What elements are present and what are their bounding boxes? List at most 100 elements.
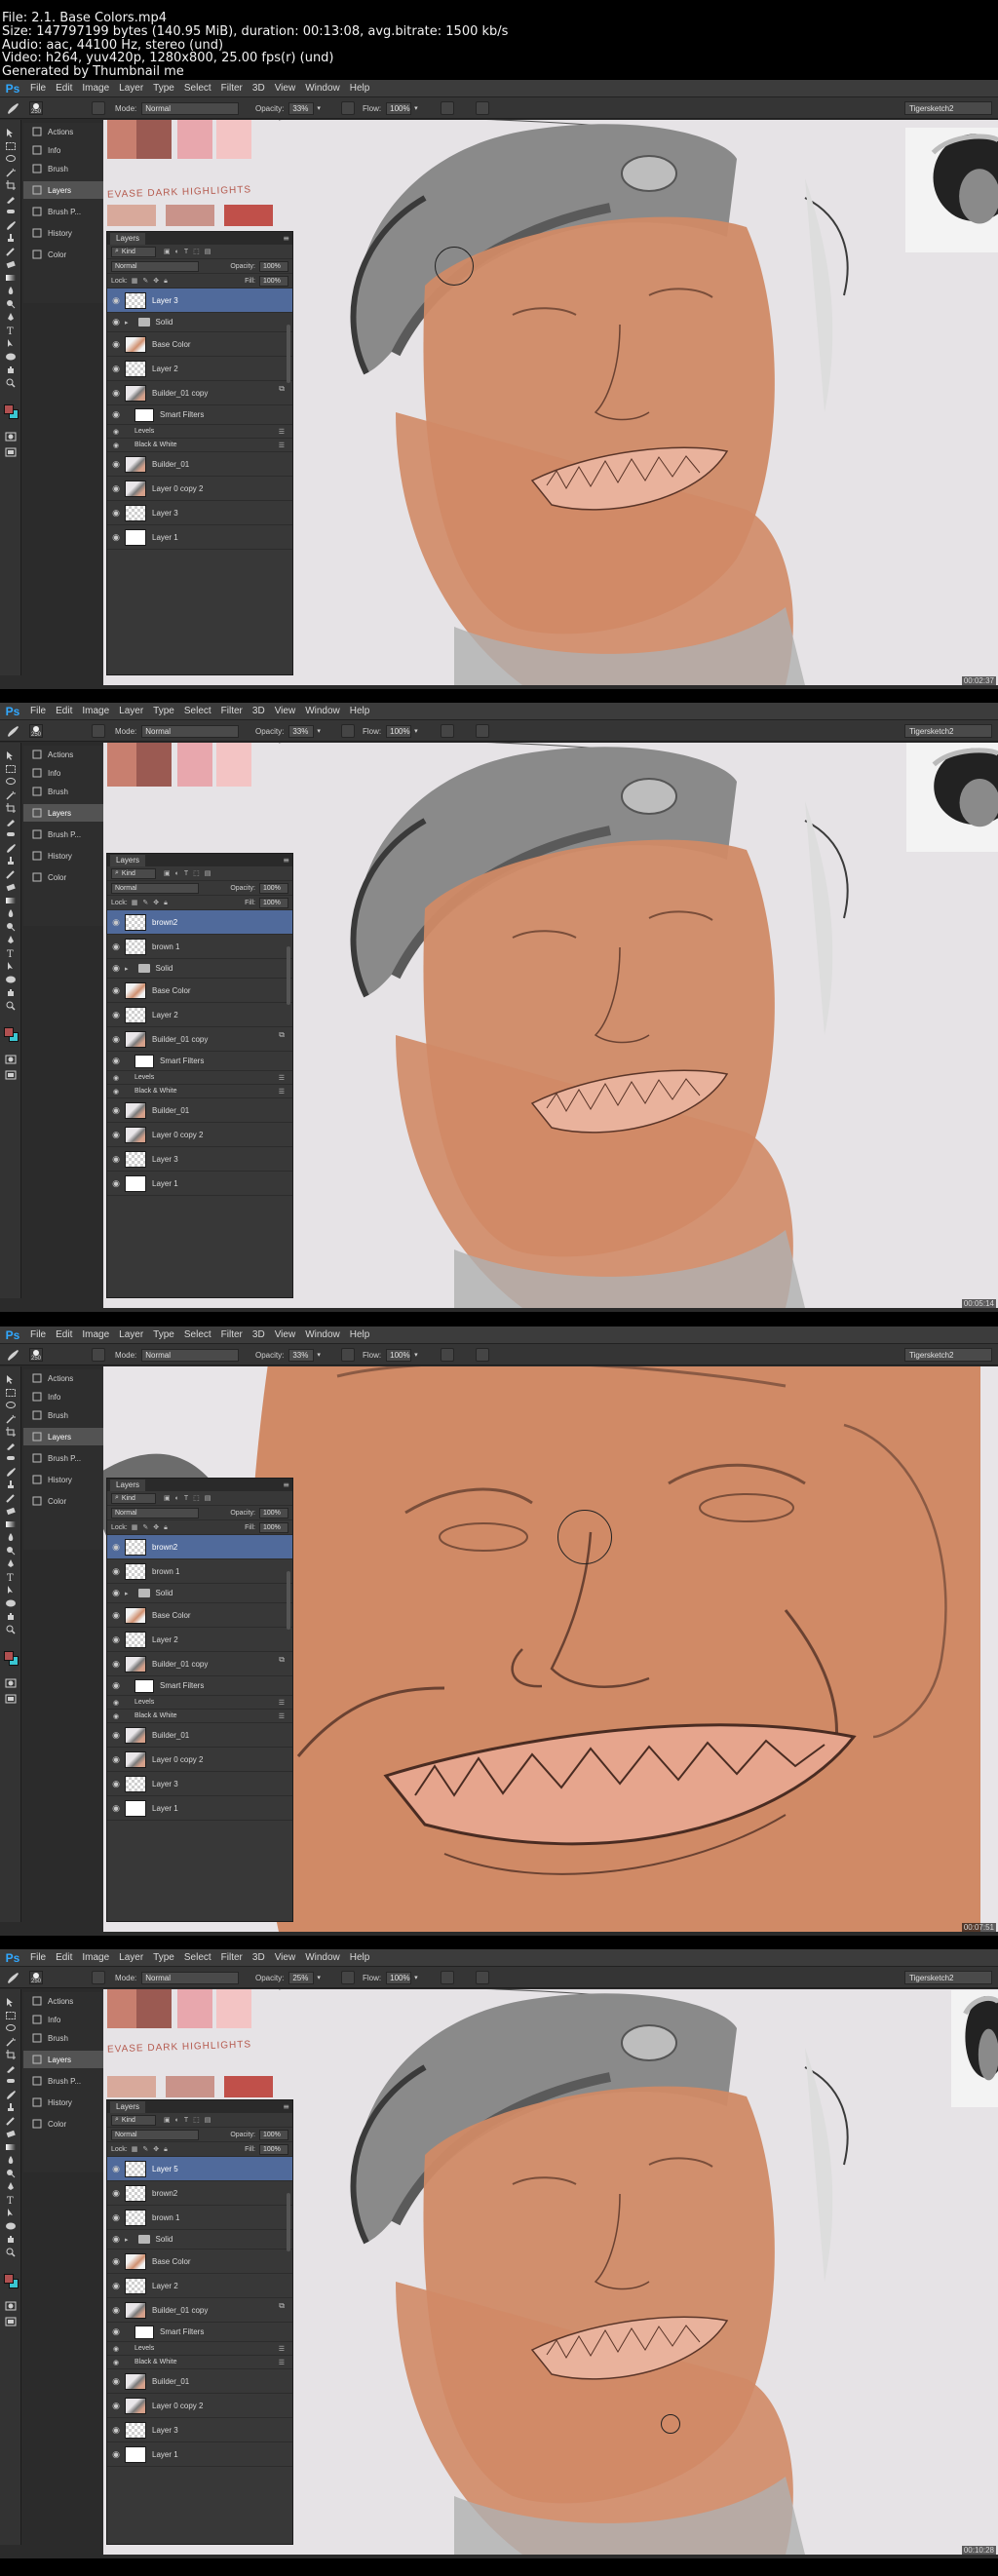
menu-filter[interactable]: Filter xyxy=(216,83,248,94)
filter-options-icon[interactable]: ☰ xyxy=(279,1712,285,1720)
layer-thumbnail[interactable] xyxy=(125,2277,146,2294)
menu-help[interactable]: Help xyxy=(345,83,375,94)
quick-mask-icon[interactable] xyxy=(5,1055,17,1064)
layer-row[interactable]: ◉ brown2 xyxy=(107,910,292,935)
layer-row[interactable]: ◉ Layer 0 copy 2 xyxy=(107,1123,292,1147)
eye-icon[interactable]: ◉ xyxy=(107,1803,125,1814)
mode-select[interactable]: Normal xyxy=(141,1348,240,1362)
crop-tool-icon[interactable] xyxy=(5,180,17,190)
eye-icon[interactable]: ◉ xyxy=(107,388,125,399)
filter-options-icon[interactable]: ☰ xyxy=(279,2359,285,2366)
opacity-input[interactable]: 33% xyxy=(288,724,315,738)
eye-icon[interactable]: ◉ xyxy=(107,339,125,350)
move-tool-icon[interactable] xyxy=(5,1374,17,1384)
dock-info[interactable]: Info xyxy=(23,764,103,782)
hand-tool-icon[interactable] xyxy=(5,987,17,997)
dock-brush[interactable]: Brush xyxy=(23,160,103,177)
eye-icon[interactable]: ◉ xyxy=(107,483,125,494)
eye-icon[interactable]: ◉ xyxy=(107,1779,125,1789)
brush-preset-picker[interactable] xyxy=(6,1971,19,1984)
panel-menu-icon[interactable]: ≡ xyxy=(283,234,289,243)
path-select-icon[interactable] xyxy=(5,961,17,971)
type-tool-icon[interactable]: T xyxy=(5,948,17,958)
layer-row[interactable]: ◉ Layer 0 copy 2 xyxy=(107,2394,292,2418)
eyedropper-icon[interactable] xyxy=(5,2063,17,2073)
opacity-input[interactable]: 33% xyxy=(288,101,315,115)
menu-type[interactable]: Type xyxy=(148,1952,179,1963)
layer-thumbnail[interactable] xyxy=(125,913,146,931)
pressure-opacity-toggle[interactable] xyxy=(341,724,355,738)
layer-row[interactable]: ◉ Layer 3 xyxy=(107,501,292,525)
eye-icon[interactable]: ◉ xyxy=(107,2326,125,2337)
eye-icon[interactable]: ◉ xyxy=(107,1699,125,1707)
lasso-tool-icon[interactable] xyxy=(5,1401,17,1410)
menu-3d[interactable]: 3D xyxy=(248,1329,270,1340)
layer-kind-filter[interactable]: ⌕ Kind xyxy=(111,246,156,257)
layer-row[interactable]: ◉ Layer 2 xyxy=(107,1003,292,1027)
airbrush-toggle[interactable] xyxy=(441,101,454,115)
layer-thumbnail[interactable] xyxy=(125,2209,146,2226)
layer-group-row[interactable]: ◉ ▸ Solid xyxy=(107,2230,292,2249)
eye-icon[interactable]: ◉ xyxy=(107,1542,125,1553)
zoom-tool-icon[interactable] xyxy=(5,1001,17,1011)
hand-tool-icon[interactable] xyxy=(5,365,17,374)
opacity-dropdown-icon[interactable]: ▾ xyxy=(317,104,321,112)
clone-stamp-icon[interactable] xyxy=(5,856,17,865)
opacity-input[interactable]: 33% xyxy=(288,1348,315,1362)
marquee-tool-icon[interactable] xyxy=(5,1388,17,1398)
layer-row[interactable]: ◉ Layer 3 xyxy=(107,288,292,313)
workspace-select[interactable]: Tigersketch2 xyxy=(904,101,992,115)
menu-edit[interactable]: Edit xyxy=(51,83,77,94)
layer-thumbnail[interactable] xyxy=(125,1775,146,1792)
eye-icon[interactable]: ◉ xyxy=(107,1712,125,1720)
eye-icon[interactable]: ◉ xyxy=(107,428,125,436)
eraser-icon[interactable] xyxy=(5,1506,17,1516)
layer-opacity-input[interactable]: 100% xyxy=(259,260,288,272)
layer-row[interactable]: ◉ Layer 3 xyxy=(107,1147,292,1172)
layer-kind-filter[interactable]: ⌕ Kind xyxy=(111,867,156,879)
airbrush-toggle[interactable] xyxy=(441,1348,454,1362)
menu-select[interactable]: Select xyxy=(179,1329,216,1340)
brush-panel-toggle[interactable] xyxy=(92,724,105,738)
layer-row[interactable]: ◉ Layer 0 copy 2 xyxy=(107,1748,292,1772)
eye-icon[interactable]: ◉ xyxy=(107,1659,125,1670)
brush-preset-picker[interactable] xyxy=(6,724,19,738)
eye-icon[interactable]: ◉ xyxy=(107,2425,125,2436)
ellipse-tool-icon[interactable] xyxy=(5,352,17,362)
brush-tool-icon[interactable] xyxy=(5,220,17,230)
brush-size-preview[interactable]: 250 xyxy=(29,724,43,738)
menu-file[interactable]: File xyxy=(25,706,51,716)
crop-tool-icon[interactable] xyxy=(5,2050,17,2059)
path-select-icon[interactable] xyxy=(5,2208,17,2217)
move-tool-icon[interactable] xyxy=(5,750,17,760)
color-swatches[interactable] xyxy=(4,1027,19,1042)
eye-icon[interactable]: ◉ xyxy=(107,1588,125,1598)
foreground-color-swatch[interactable] xyxy=(4,404,14,414)
dock-history[interactable]: History xyxy=(23,2094,103,2111)
path-select-icon[interactable] xyxy=(5,338,17,348)
layer-thumbnail[interactable] xyxy=(125,2421,146,2439)
blur-tool-icon[interactable] xyxy=(5,1532,17,1542)
flow-input[interactable]: 100% xyxy=(386,1348,412,1362)
dodge-tool-icon[interactable] xyxy=(5,2169,17,2178)
magic-wand-icon[interactable] xyxy=(5,168,17,177)
dock-history[interactable]: History xyxy=(23,847,103,865)
eye-icon[interactable]: ◉ xyxy=(107,2188,125,2199)
menu-layer[interactable]: Layer xyxy=(114,706,148,716)
menu-image[interactable]: Image xyxy=(77,706,114,716)
clone-stamp-icon[interactable] xyxy=(5,2102,17,2112)
layer-thumbnail[interactable] xyxy=(125,938,146,955)
opacity-dropdown-icon[interactable]: ▾ xyxy=(317,1351,321,1359)
layer-row[interactable]: ◉ Base Color xyxy=(107,332,292,357)
menu-filter[interactable]: Filter xyxy=(216,706,248,716)
pressure-size-toggle[interactable] xyxy=(476,101,489,115)
layer-row[interactable]: ◉ Builder_01 xyxy=(107,1098,292,1123)
eye-icon[interactable]: ◉ xyxy=(107,1730,125,1741)
pressure-opacity-toggle[interactable] xyxy=(341,1348,355,1362)
gradient-tool-icon[interactable] xyxy=(5,1519,17,1529)
gradient-tool-icon[interactable] xyxy=(5,2142,17,2152)
eye-icon[interactable]: ◉ xyxy=(107,2345,125,2353)
flow-dropdown-icon[interactable]: ▾ xyxy=(414,727,418,735)
eye-icon[interactable]: ◉ xyxy=(107,295,125,306)
ellipse-tool-icon[interactable] xyxy=(5,975,17,984)
